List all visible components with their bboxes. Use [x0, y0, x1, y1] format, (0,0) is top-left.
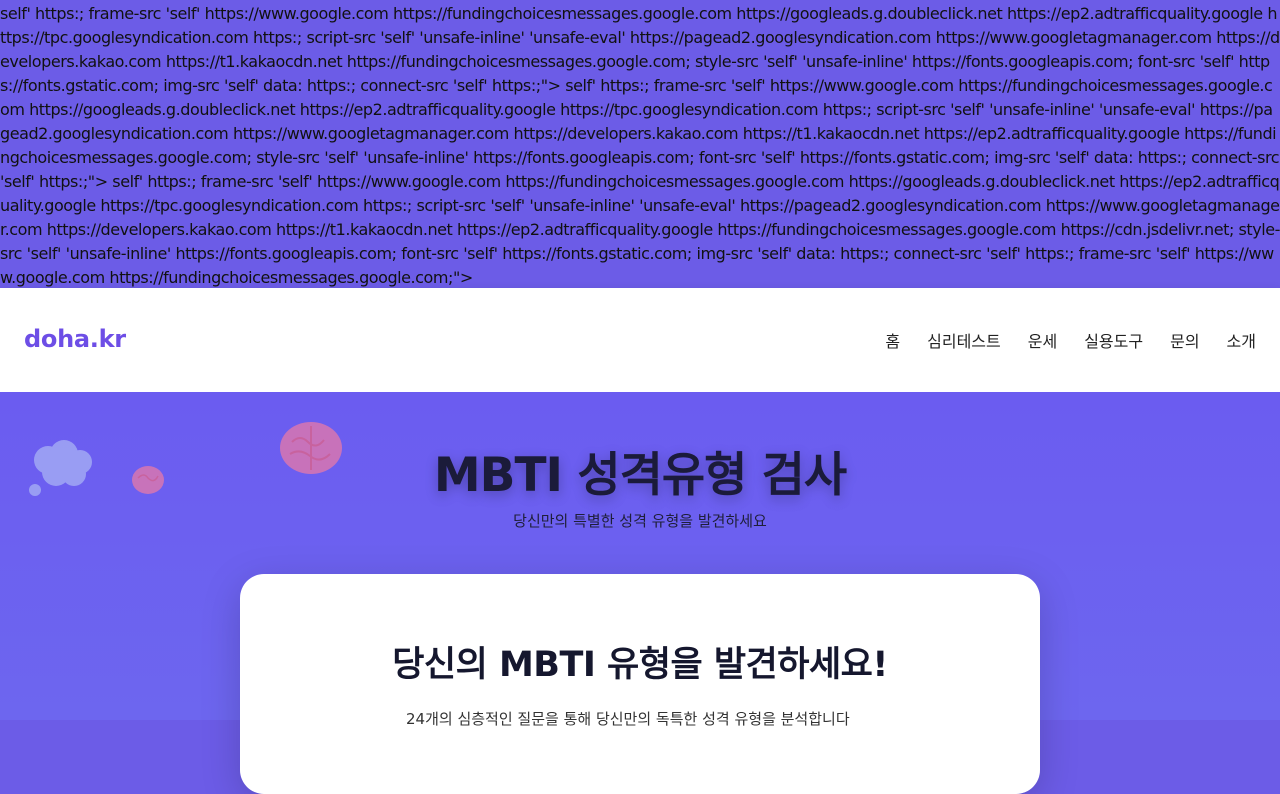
hero-subtitle: 당신만의 특별한 성격 유형을 발견하세요 [513, 512, 767, 530]
nav-about[interactable]: 소개 [1227, 328, 1256, 352]
nav-fortune[interactable]: 운세 [1028, 328, 1057, 352]
leaked-csp-text: self' https:; frame-src 'self' https://w… [0, 4, 1280, 287]
site-logo[interactable]: doha.kr [24, 325, 126, 353]
nav-home[interactable]: 홈 [885, 328, 900, 352]
nav-tools[interactable]: 실용도구 [1084, 328, 1143, 352]
site-header: doha.kr 홈 심리테스트 운세 실용도구 문의 소개 [0, 288, 1280, 392]
main-nav: 홈 심리테스트 운세 실용도구 문의 소개 [885, 328, 1256, 352]
nav-contact[interactable]: 문의 [1170, 328, 1199, 352]
card-description: 24개의 심층적인 질문을 통해 당신만의 독특한 성격 유형을 분석합니다 [406, 710, 850, 728]
hero-title: MBTI 성격유형 검사 [433, 448, 847, 503]
card-title: 당신의 MBTI 유형을 발견하세요! [392, 645, 888, 685]
hero-section: MBTI 성격유형 검사 당신만의 특별한 성격 유형을 발견하세요 당신의 M… [0, 392, 1280, 794]
nav-psych-tests[interactable]: 심리테스트 [927, 328, 1001, 352]
intro-card: 당신의 MBTI 유형을 발견하세요! 24개의 심층적인 질문을 통해 당신만… [240, 574, 1040, 794]
